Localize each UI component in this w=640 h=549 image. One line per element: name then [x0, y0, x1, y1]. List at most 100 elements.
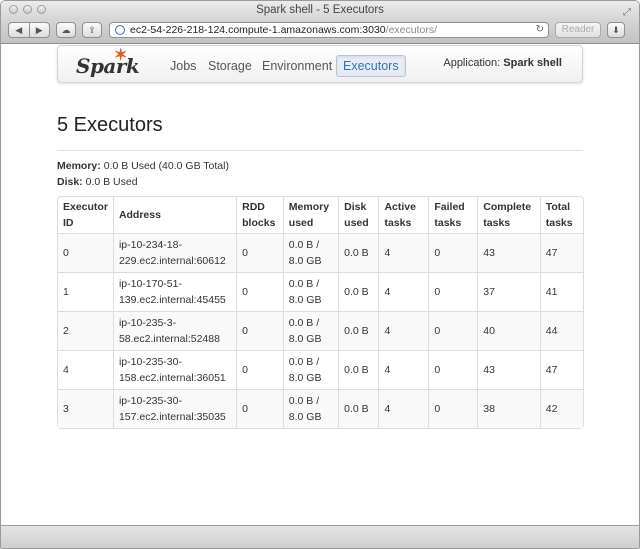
- cell-address: ip-10-235-3-58.ec2.internal:52488: [112, 311, 237, 350]
- address-bar[interactable]: ec2-54-226-218-124.compute-1.amazonaws.c…: [109, 22, 549, 38]
- cell-executor-id: 2: [58, 311, 113, 350]
- memory-label: Memory:: [57, 160, 101, 172]
- cell-total-tasks: 47: [539, 350, 583, 389]
- cell-complete-tasks: 37: [477, 272, 540, 311]
- header-disk-used[interactable]: Disk used: [338, 197, 378, 233]
- minimize-window-button[interactable]: [23, 5, 32, 14]
- disk-value: 0.0 B Used: [85, 176, 138, 188]
- cell-active-tasks: 4: [378, 311, 429, 350]
- cell-complete-tasks: 40: [477, 311, 540, 350]
- cell-failed-tasks: 0: [428, 350, 478, 389]
- cell-rdd-blocks: 0: [236, 350, 283, 389]
- table-row: 1 ip-10-170-51-139.ec2.internal:45455 0 …: [58, 272, 583, 311]
- nav-jobs[interactable]: Jobs: [170, 56, 196, 76]
- back-forward-group: ◀ ▶: [8, 22, 50, 38]
- cell-total-tasks: 41: [539, 272, 583, 311]
- cell-total-tasks: 42: [539, 389, 583, 428]
- nav-environment[interactable]: Environment: [262, 56, 332, 76]
- table-row: 4 ip-10-235-30-158.ec2.internal:36051 0 …: [58, 350, 583, 389]
- table-row: 0 ip-10-234-18-229.ec2.internal:60612 0 …: [58, 233, 583, 272]
- cell-failed-tasks: 0: [428, 233, 478, 272]
- zoom-window-button[interactable]: [37, 5, 46, 14]
- divider: [57, 150, 583, 151]
- cell-memory-used: 0.0 B / 8.0 GB: [282, 272, 339, 311]
- application-label: Application:: [443, 57, 501, 69]
- disk-label: Disk:: [57, 176, 83, 188]
- share-icon[interactable]: ⇪: [82, 22, 102, 38]
- table-row: 2 ip-10-235-3-58.ec2.internal:52488 0 0.…: [58, 311, 583, 350]
- header-complete-tasks[interactable]: Complete tasks: [477, 197, 539, 233]
- close-window-button[interactable]: [9, 5, 18, 14]
- spark-logo[interactable]: Spark ✶: [76, 45, 140, 78]
- url-host: ec2-54-226-218-124.compute-1.amazonaws.c…: [130, 24, 386, 36]
- cell-disk-used: 0.0 B: [338, 272, 379, 311]
- cell-active-tasks: 4: [378, 233, 429, 272]
- header-address[interactable]: Address: [112, 197, 236, 233]
- browser-window: Spark shell - 5 Executors ⤢ ◀ ▶ ☁ ⇪ ec2-…: [0, 0, 640, 549]
- cell-rdd-blocks: 0: [236, 272, 283, 311]
- cell-failed-tasks: 0: [428, 272, 478, 311]
- star-icon: ✶: [114, 45, 127, 64]
- cell-active-tasks: 4: [378, 389, 429, 428]
- cell-address: ip-10-235-30-157.ec2.internal:35035: [112, 389, 237, 428]
- spark-navbar: Spark ✶ Jobs Storage Environment Executo…: [57, 45, 583, 83]
- cell-disk-used: 0.0 B: [338, 311, 379, 350]
- reader-button[interactable]: Reader: [555, 22, 601, 38]
- cell-complete-tasks: 43: [477, 350, 540, 389]
- url-path: /executors/: [385, 24, 438, 36]
- status-bar: [1, 525, 639, 548]
- cell-memory-used: 0.0 B / 8.0 GB: [282, 350, 339, 389]
- cell-address: ip-10-234-18-229.ec2.internal:60612: [112, 233, 237, 272]
- cell-executor-id: 3: [58, 389, 113, 428]
- cell-failed-tasks: 0: [428, 389, 478, 428]
- header-memory-used[interactable]: Memory used: [282, 197, 338, 233]
- downloads-icon[interactable]: ⬇: [607, 22, 625, 38]
- header-active-tasks[interactable]: Active tasks: [378, 197, 428, 233]
- cell-total-tasks: 44: [539, 311, 583, 350]
- cell-executor-id: 1: [58, 272, 113, 311]
- cell-disk-used: 0.0 B: [338, 350, 379, 389]
- cell-address: ip-10-235-30-158.ec2.internal:36051: [112, 350, 237, 389]
- cell-executor-id: 0: [58, 233, 113, 272]
- nav-executors[interactable]: Executors: [336, 55, 406, 77]
- memory-value: 0.0 B Used (40.0 GB Total): [103, 160, 229, 172]
- cell-rdd-blocks: 0: [236, 311, 283, 350]
- cell-rdd-blocks: 0: [236, 389, 283, 428]
- cell-disk-used: 0.0 B: [338, 389, 379, 428]
- cell-address: ip-10-170-51-139.ec2.internal:45455: [112, 272, 237, 311]
- table-header-row: Executor ID Address RDD blocks Memory us…: [58, 197, 583, 233]
- header-failed-tasks[interactable]: Failed tasks: [428, 197, 477, 233]
- cloud-icon[interactable]: ☁: [56, 22, 76, 38]
- window-title: Spark shell - 5 Executors: [256, 4, 384, 16]
- cell-rdd-blocks: 0: [236, 233, 283, 272]
- cell-active-tasks: 4: [378, 272, 429, 311]
- reload-icon[interactable]: ↻: [536, 23, 544, 37]
- cell-memory-used: 0.0 B / 8.0 GB: [282, 389, 339, 428]
- header-executor-id[interactable]: Executor ID: [58, 197, 113, 233]
- window-controls: [9, 5, 46, 14]
- cell-failed-tasks: 0: [428, 311, 478, 350]
- globe-icon: [115, 25, 125, 35]
- nav-storage[interactable]: Storage: [208, 56, 252, 76]
- header-rdd-blocks[interactable]: RDD blocks: [236, 197, 283, 233]
- page-title: 5 Executors: [57, 114, 163, 136]
- cell-memory-used: 0.0 B / 8.0 GB: [282, 233, 339, 272]
- forward-button[interactable]: ▶: [30, 23, 50, 37]
- cell-total-tasks: 47: [539, 233, 583, 272]
- title-bar: Spark shell - 5 Executors ⤢: [1, 1, 639, 19]
- cell-active-tasks: 4: [378, 350, 429, 389]
- executors-table: Executor ID Address RDD blocks Memory us…: [57, 196, 584, 429]
- back-button[interactable]: ◀: [9, 23, 30, 37]
- header-total-tasks[interactable]: Total tasks: [539, 197, 583, 233]
- spark-logo-text: Spark: [76, 54, 140, 78]
- browser-toolbar: ◀ ▶ ☁ ⇪ ec2-54-226-218-124.compute-1.ama…: [1, 19, 639, 44]
- disk-summary: Disk: 0.0 B Used: [57, 174, 229, 190]
- page-content: Spark ✶ Jobs Storage Environment Executo…: [1, 44, 639, 527]
- application-name: Spark shell: [503, 57, 562, 69]
- cell-complete-tasks: 43: [477, 233, 540, 272]
- cell-memory-used: 0.0 B / 8.0 GB: [282, 311, 339, 350]
- application-info: Application: Spark shell: [443, 57, 562, 69]
- cell-disk-used: 0.0 B: [338, 233, 379, 272]
- cell-complete-tasks: 38: [477, 389, 540, 428]
- memory-summary: Memory: 0.0 B Used (40.0 GB Total): [57, 158, 229, 174]
